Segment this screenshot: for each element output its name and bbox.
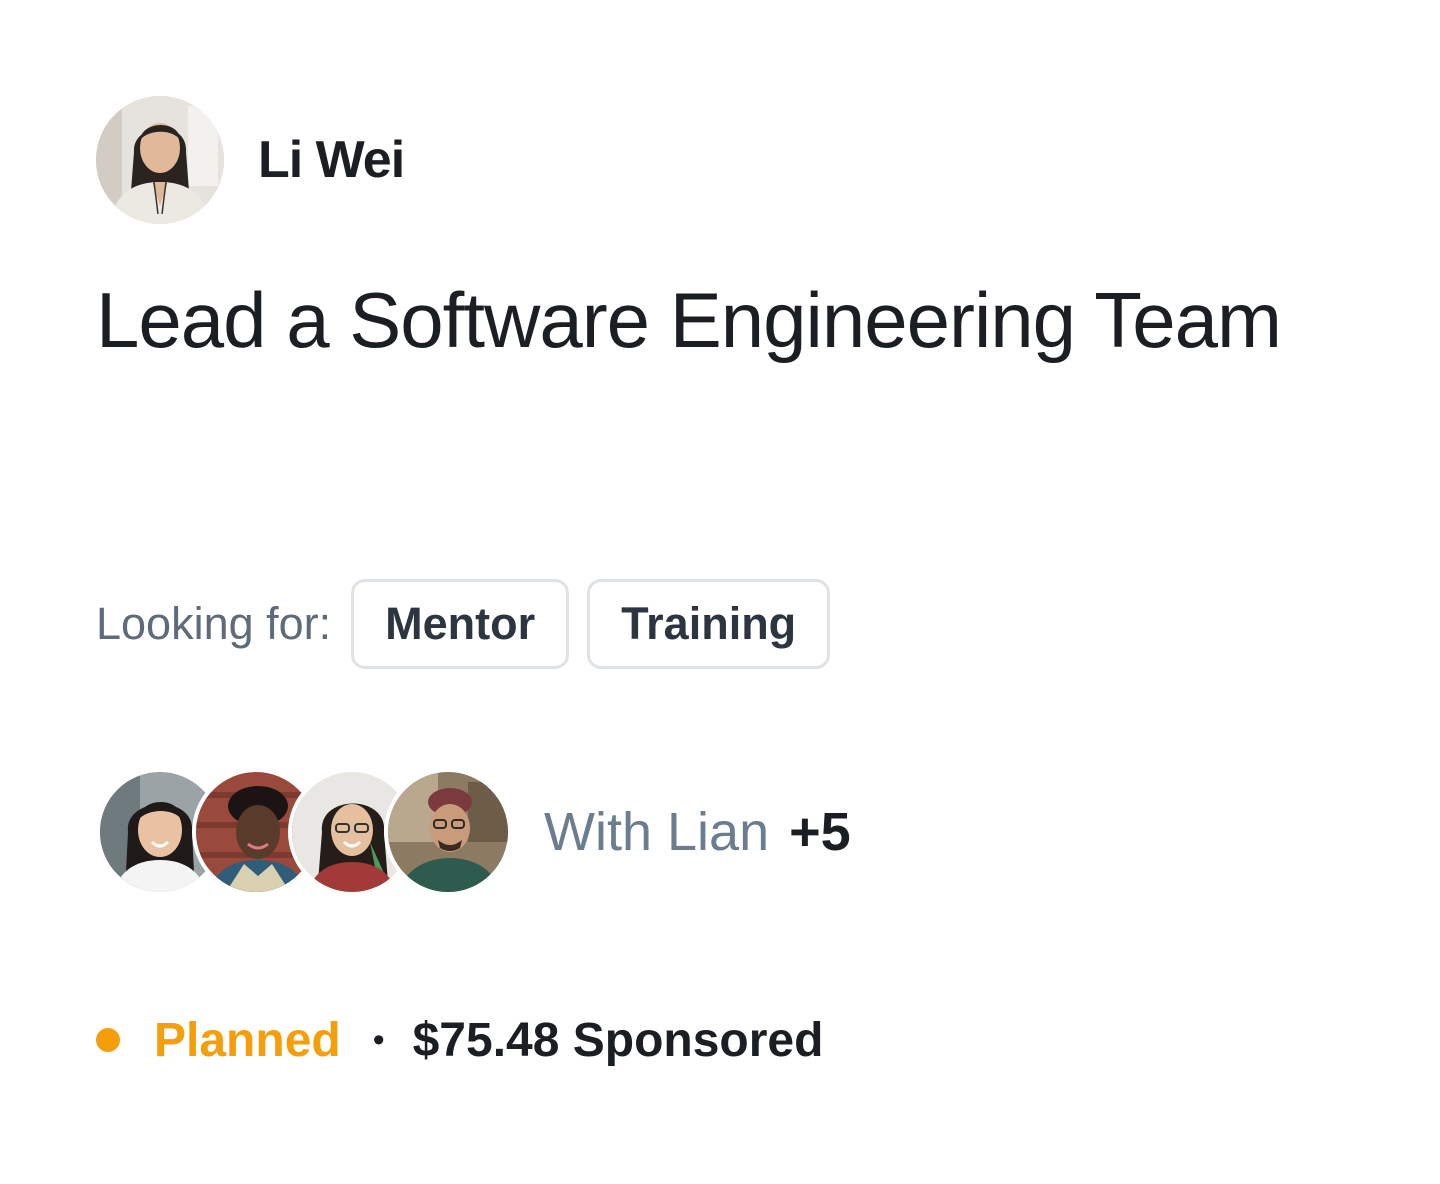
- looking-for-label: Looking for:: [96, 598, 332, 649]
- goal-card[interactable]: Li Wei Lead a Software Engineering Team …: [96, 96, 1344, 1096]
- participant-avatar: [384, 768, 512, 896]
- participants-with-text: With Lian: [544, 802, 770, 862]
- author-name[interactable]: Li Wei: [258, 130, 405, 190]
- tag-training[interactable]: Training: [587, 579, 831, 669]
- goal-title[interactable]: Lead a Software Engineering Team: [96, 262, 1296, 378]
- status-dot-icon: [96, 1028, 120, 1052]
- tag-mentor[interactable]: Mentor: [351, 579, 570, 669]
- separator-dot: •: [372, 1020, 385, 1059]
- participants-extra-count[interactable]: +5: [789, 801, 851, 863]
- status-row: Planned • $75.48 Sponsored: [96, 1008, 823, 1072]
- author-avatar[interactable]: [96, 96, 224, 224]
- status-label: Planned: [154, 1013, 341, 1067]
- looking-for-row: Looking for: Mentor Training: [96, 576, 848, 672]
- author-row: Li Wei: [96, 96, 405, 224]
- participants-row[interactable]: With Lian +5: [96, 768, 851, 896]
- sponsored-amount: $75.48 Sponsored: [412, 1013, 824, 1067]
- participant-avatar-stack[interactable]: [96, 768, 512, 896]
